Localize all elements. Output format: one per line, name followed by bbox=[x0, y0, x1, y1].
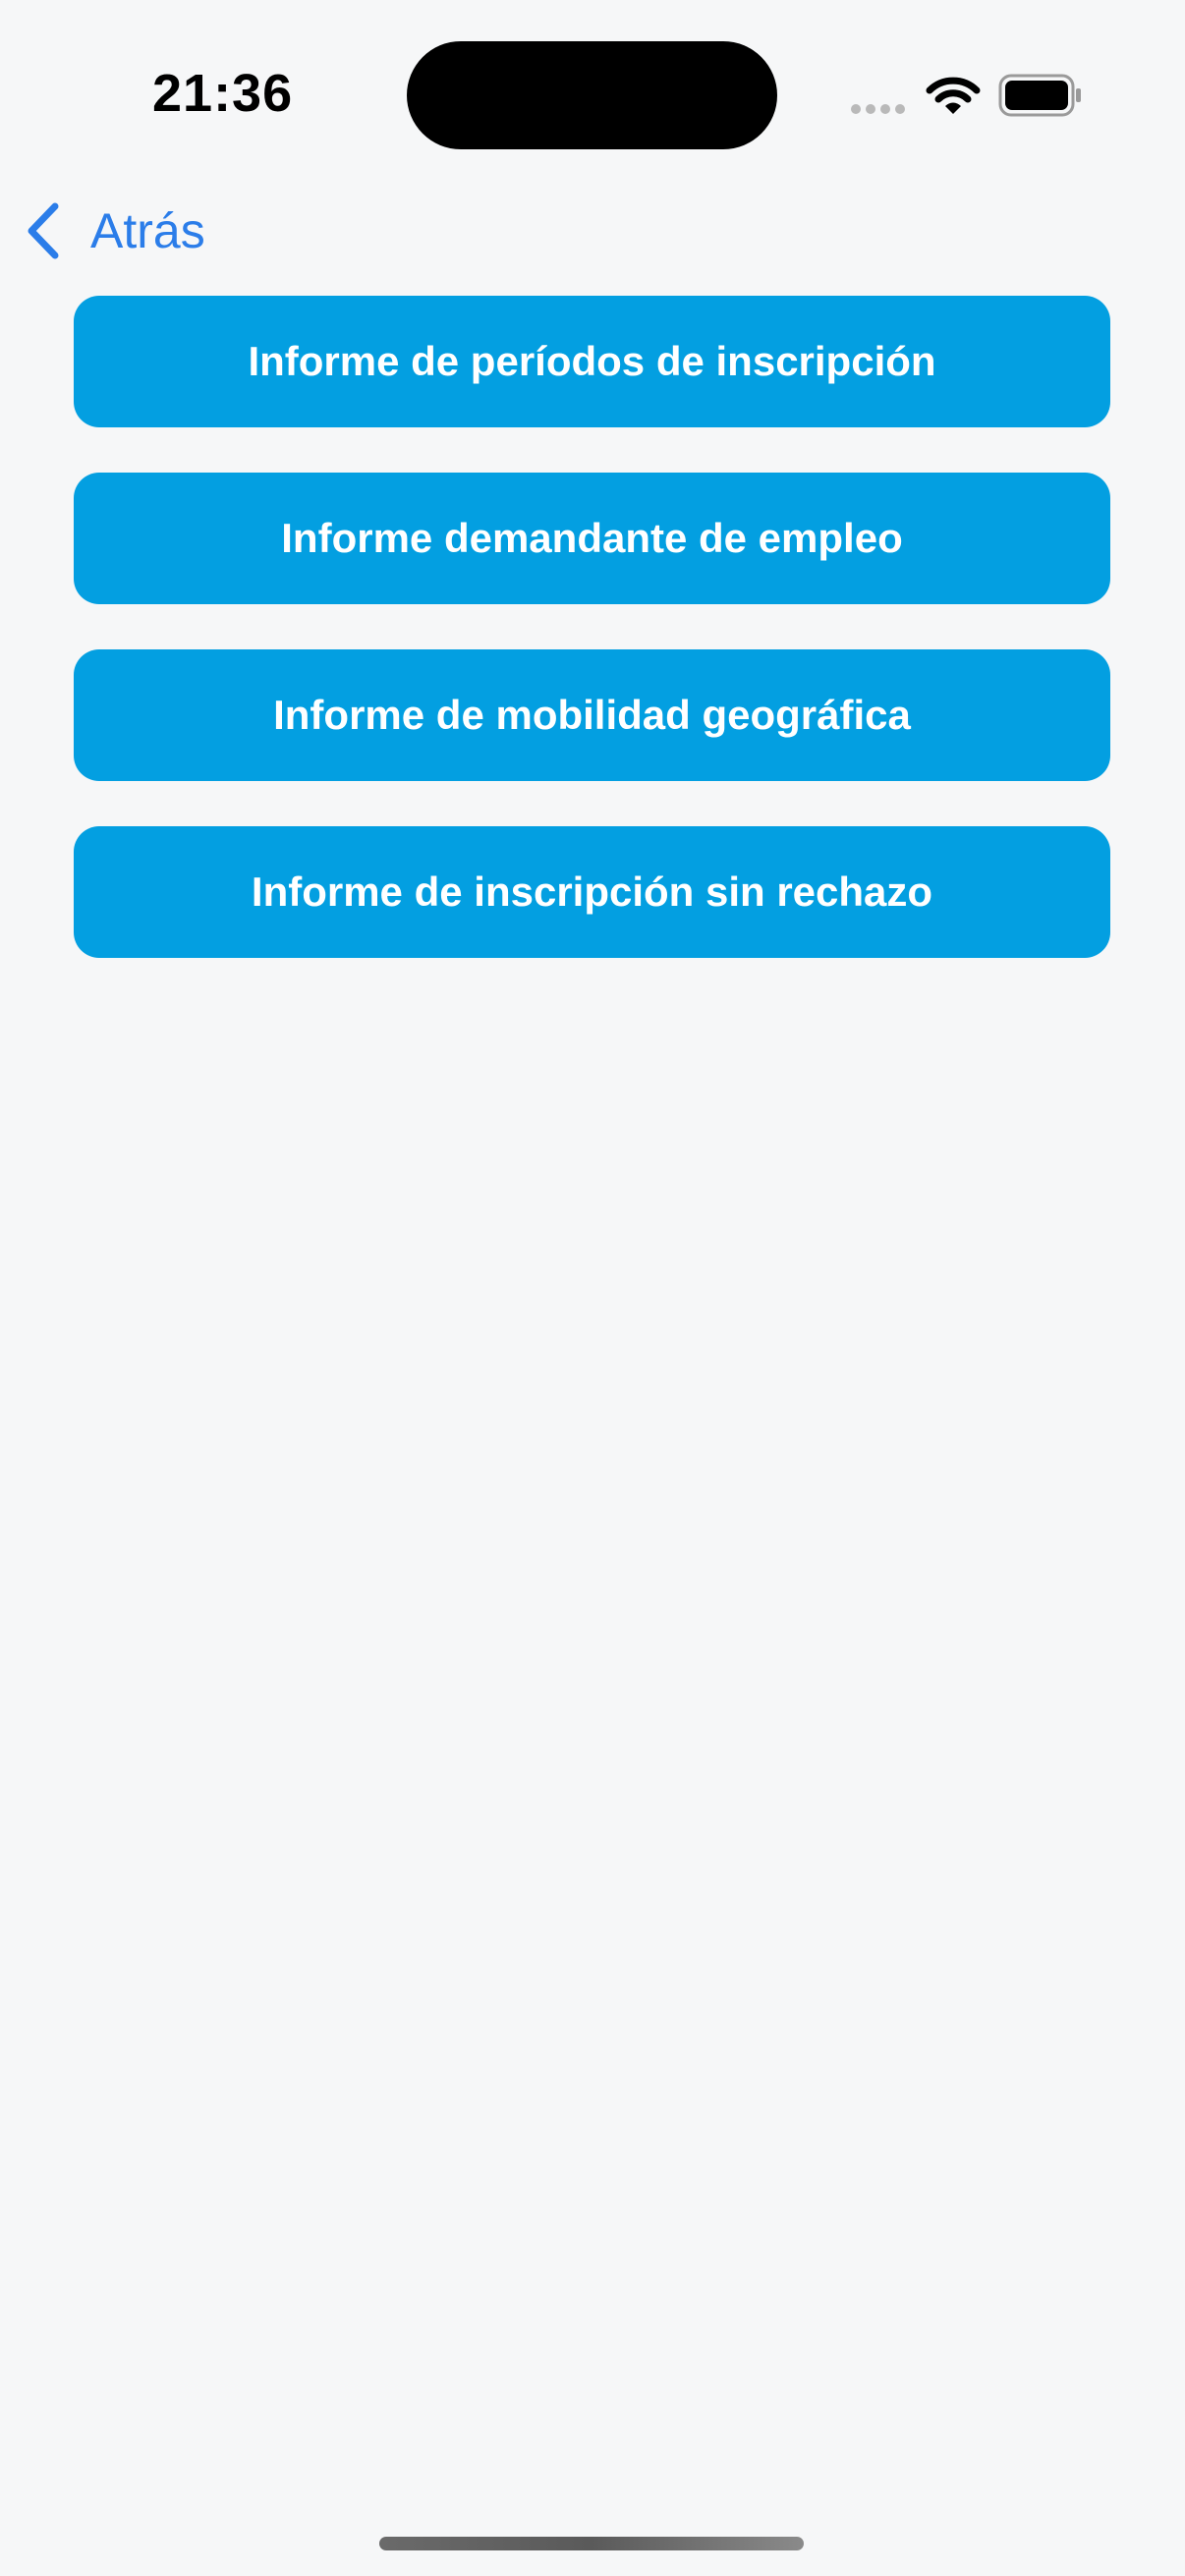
report-inscripcion-sin-rechazo-button[interactable]: Informe de inscripción sin rechazo bbox=[74, 826, 1110, 958]
status-bar: 21:36 bbox=[0, 0, 1185, 157]
dynamic-island bbox=[407, 41, 777, 149]
battery-icon bbox=[998, 74, 1081, 117]
back-label: Atrás bbox=[90, 203, 205, 258]
back-button[interactable]: Atrás bbox=[24, 196, 205, 265]
report-demandante-empleo-button[interactable]: Informe demandante de empleo bbox=[74, 473, 1110, 604]
cellular-signal-icon bbox=[851, 104, 905, 114]
wifi-icon bbox=[926, 77, 981, 114]
chevron-left-icon bbox=[28, 202, 59, 259]
home-indicator[interactable] bbox=[379, 2537, 804, 2550]
report-periodos-inscripcion-button[interactable]: Informe de períodos de inscripción bbox=[74, 296, 1110, 427]
status-time: 21:36 bbox=[152, 64, 294, 123]
report-list: Informe de períodos de inscripción Infor… bbox=[74, 296, 1110, 1003]
report-mobilidad-geografica-button[interactable]: Informe de mobilidad geográfica bbox=[74, 649, 1110, 781]
